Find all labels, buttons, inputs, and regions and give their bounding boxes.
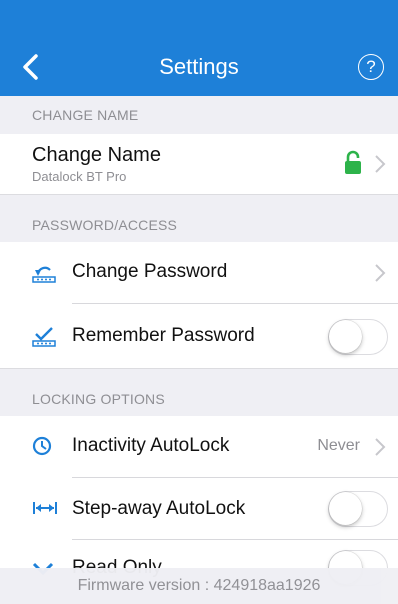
chevron-right-icon xyxy=(375,264,386,282)
chevron-right-icon xyxy=(375,438,386,456)
inactivity-autolock-value: Never xyxy=(317,437,360,454)
change-name-row[interactable]: Change Name Datalock BT Pro xyxy=(0,134,398,194)
password-change-icon xyxy=(32,266,56,283)
stepaway-autolock-toggle[interactable] xyxy=(328,491,388,527)
firmware-version: Firmware version : 424918aa1926 xyxy=(0,568,398,604)
inactivity-autolock-row[interactable]: Inactivity AutoLock Never xyxy=(0,416,398,478)
toggle-knob xyxy=(329,492,362,525)
remember-password-label: Remember Password xyxy=(72,325,255,346)
inactivity-autolock-label: Inactivity AutoLock xyxy=(72,435,230,456)
section-header-password-access: PASSWORD/ACCESS xyxy=(0,194,398,242)
clock-icon xyxy=(32,436,52,456)
remember-password-toggle[interactable] xyxy=(328,319,388,355)
lock-open-icon xyxy=(345,150,361,174)
nav-bar: Settings ? xyxy=(0,0,398,96)
section-header-locking-options: LOCKING OPTIONS xyxy=(0,368,398,416)
remember-password-row: Remember Password xyxy=(0,304,398,368)
password-remember-icon xyxy=(32,327,56,347)
page-title: Settings xyxy=(159,54,239,79)
toggle-knob xyxy=(329,320,362,353)
stepaway-autolock-row: Step-away AutoLock xyxy=(0,478,398,540)
device-name: Datalock BT Pro xyxy=(32,169,127,184)
change-name-label: Change Name xyxy=(32,144,161,166)
change-password-label: Change Password xyxy=(72,261,228,282)
stepaway-autolock-label: Step-away AutoLock xyxy=(72,498,246,519)
chevron-right-icon xyxy=(375,155,386,173)
section-header-change-name: CHANGE NAME xyxy=(0,96,398,134)
change-password-row[interactable]: Change Password xyxy=(0,242,398,304)
help-button[interactable]: ? xyxy=(358,54,384,80)
step-away-arrows-icon xyxy=(33,502,57,514)
